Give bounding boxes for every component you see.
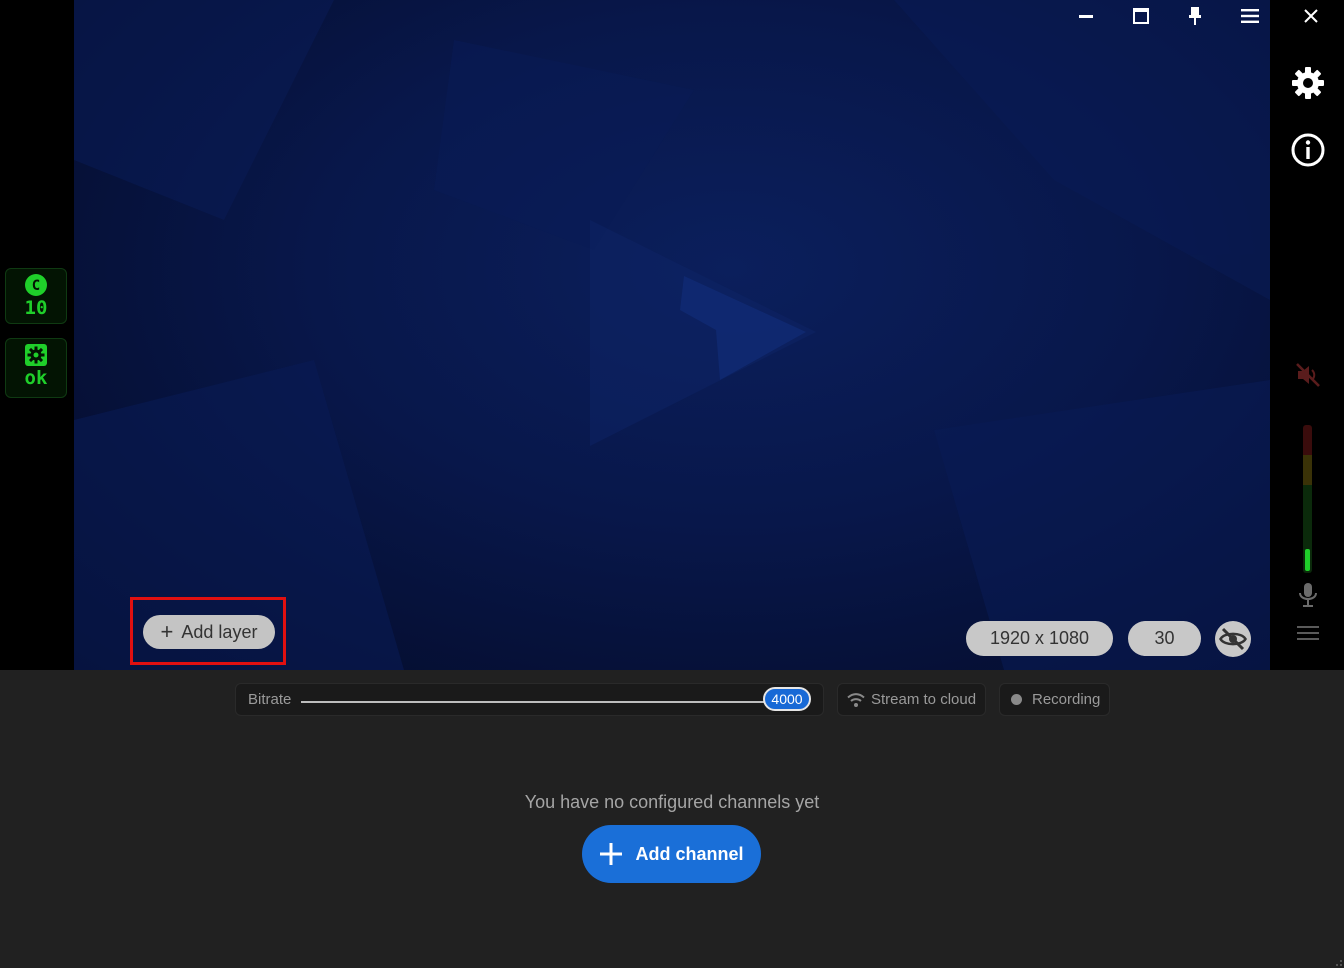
audio-level-fill [1305, 549, 1310, 571]
cpu-c-icon: C [25, 274, 47, 296]
add-layer-label: Add layer [181, 621, 258, 642]
pin-icon [1189, 7, 1201, 25]
resolution-button[interactable]: 1920 x 1080 [966, 621, 1113, 656]
info-button[interactable] [1290, 132, 1326, 168]
plus-icon: + [160, 619, 174, 644]
cpu-value: 10 [24, 297, 48, 319]
stream-to-cloud-label: Stream to cloud [871, 691, 977, 708]
add-channel-label: Add channel [635, 843, 744, 864]
eye-off-icon [1219, 627, 1247, 651]
fps-button[interactable]: 30 [1128, 621, 1201, 656]
right-rail [1270, 0, 1344, 670]
resize-grip-icon[interactable] [1335, 959, 1343, 967]
background-pattern [74, 0, 1270, 670]
speaker-muted-icon [1296, 363, 1320, 387]
resolution-label: 1920 x 1080 [989, 628, 1090, 648]
pin-button[interactable] [1178, 2, 1212, 30]
cpu-status[interactable]: C 10 [5, 268, 67, 324]
bitrate-control: Bitrate [235, 683, 824, 716]
mixer-menu-icon [1297, 626, 1319, 640]
maximize-icon [1133, 8, 1149, 24]
bitrate-label: Bitrate [248, 691, 292, 708]
fps-label: 30 [1154, 628, 1175, 648]
microphone-icon [1299, 583, 1317, 607]
mixer-menu-button[interactable] [1296, 624, 1320, 642]
menu-button[interactable] [1233, 2, 1267, 30]
settings-button[interactable] [1290, 65, 1326, 101]
stream-to-cloud-toggle[interactable]: Stream to cloud [837, 683, 986, 716]
record-dot-icon [1011, 694, 1022, 705]
no-channels-message: You have no configured channels yet [524, 792, 820, 812]
microphone-button[interactable] [1296, 581, 1320, 609]
status-rail: C 10 ok [0, 0, 74, 670]
menu-icon [1241, 9, 1259, 23]
minimize-icon [1079, 15, 1093, 18]
settings-icon [1292, 67, 1324, 99]
wifi-icon [847, 692, 865, 707]
info-icon [1291, 133, 1325, 167]
add-channel-button[interactable]: Add channel [582, 825, 761, 883]
mute-button[interactable] [1294, 361, 1322, 389]
recording-toggle[interactable]: Recording [999, 683, 1110, 716]
engine-value: ok [24, 367, 48, 389]
maximize-button[interactable] [1124, 2, 1158, 30]
close-icon [1304, 9, 1318, 23]
preview-canvas[interactable]: + Add layer 1920 x 1080 30 [74, 0, 1270, 670]
bitrate-slider-thumb[interactable]: 4000 [763, 687, 811, 711]
svg-text:C: C [32, 278, 40, 294]
engine-status[interactable]: ok [5, 338, 67, 398]
gear-icon [25, 344, 47, 366]
plus-icon [600, 843, 623, 865]
bitrate-value: 4000 [771, 691, 803, 707]
add-layer-button[interactable]: + Add layer [143, 615, 275, 649]
visibility-toggle[interactable] [1215, 621, 1251, 657]
minimize-button[interactable] [1069, 2, 1103, 30]
audio-level-meter [1303, 425, 1312, 573]
bitrate-slider-track[interactable] [301, 701, 771, 703]
close-button[interactable] [1294, 2, 1328, 30]
recording-label: Recording [1032, 691, 1101, 708]
